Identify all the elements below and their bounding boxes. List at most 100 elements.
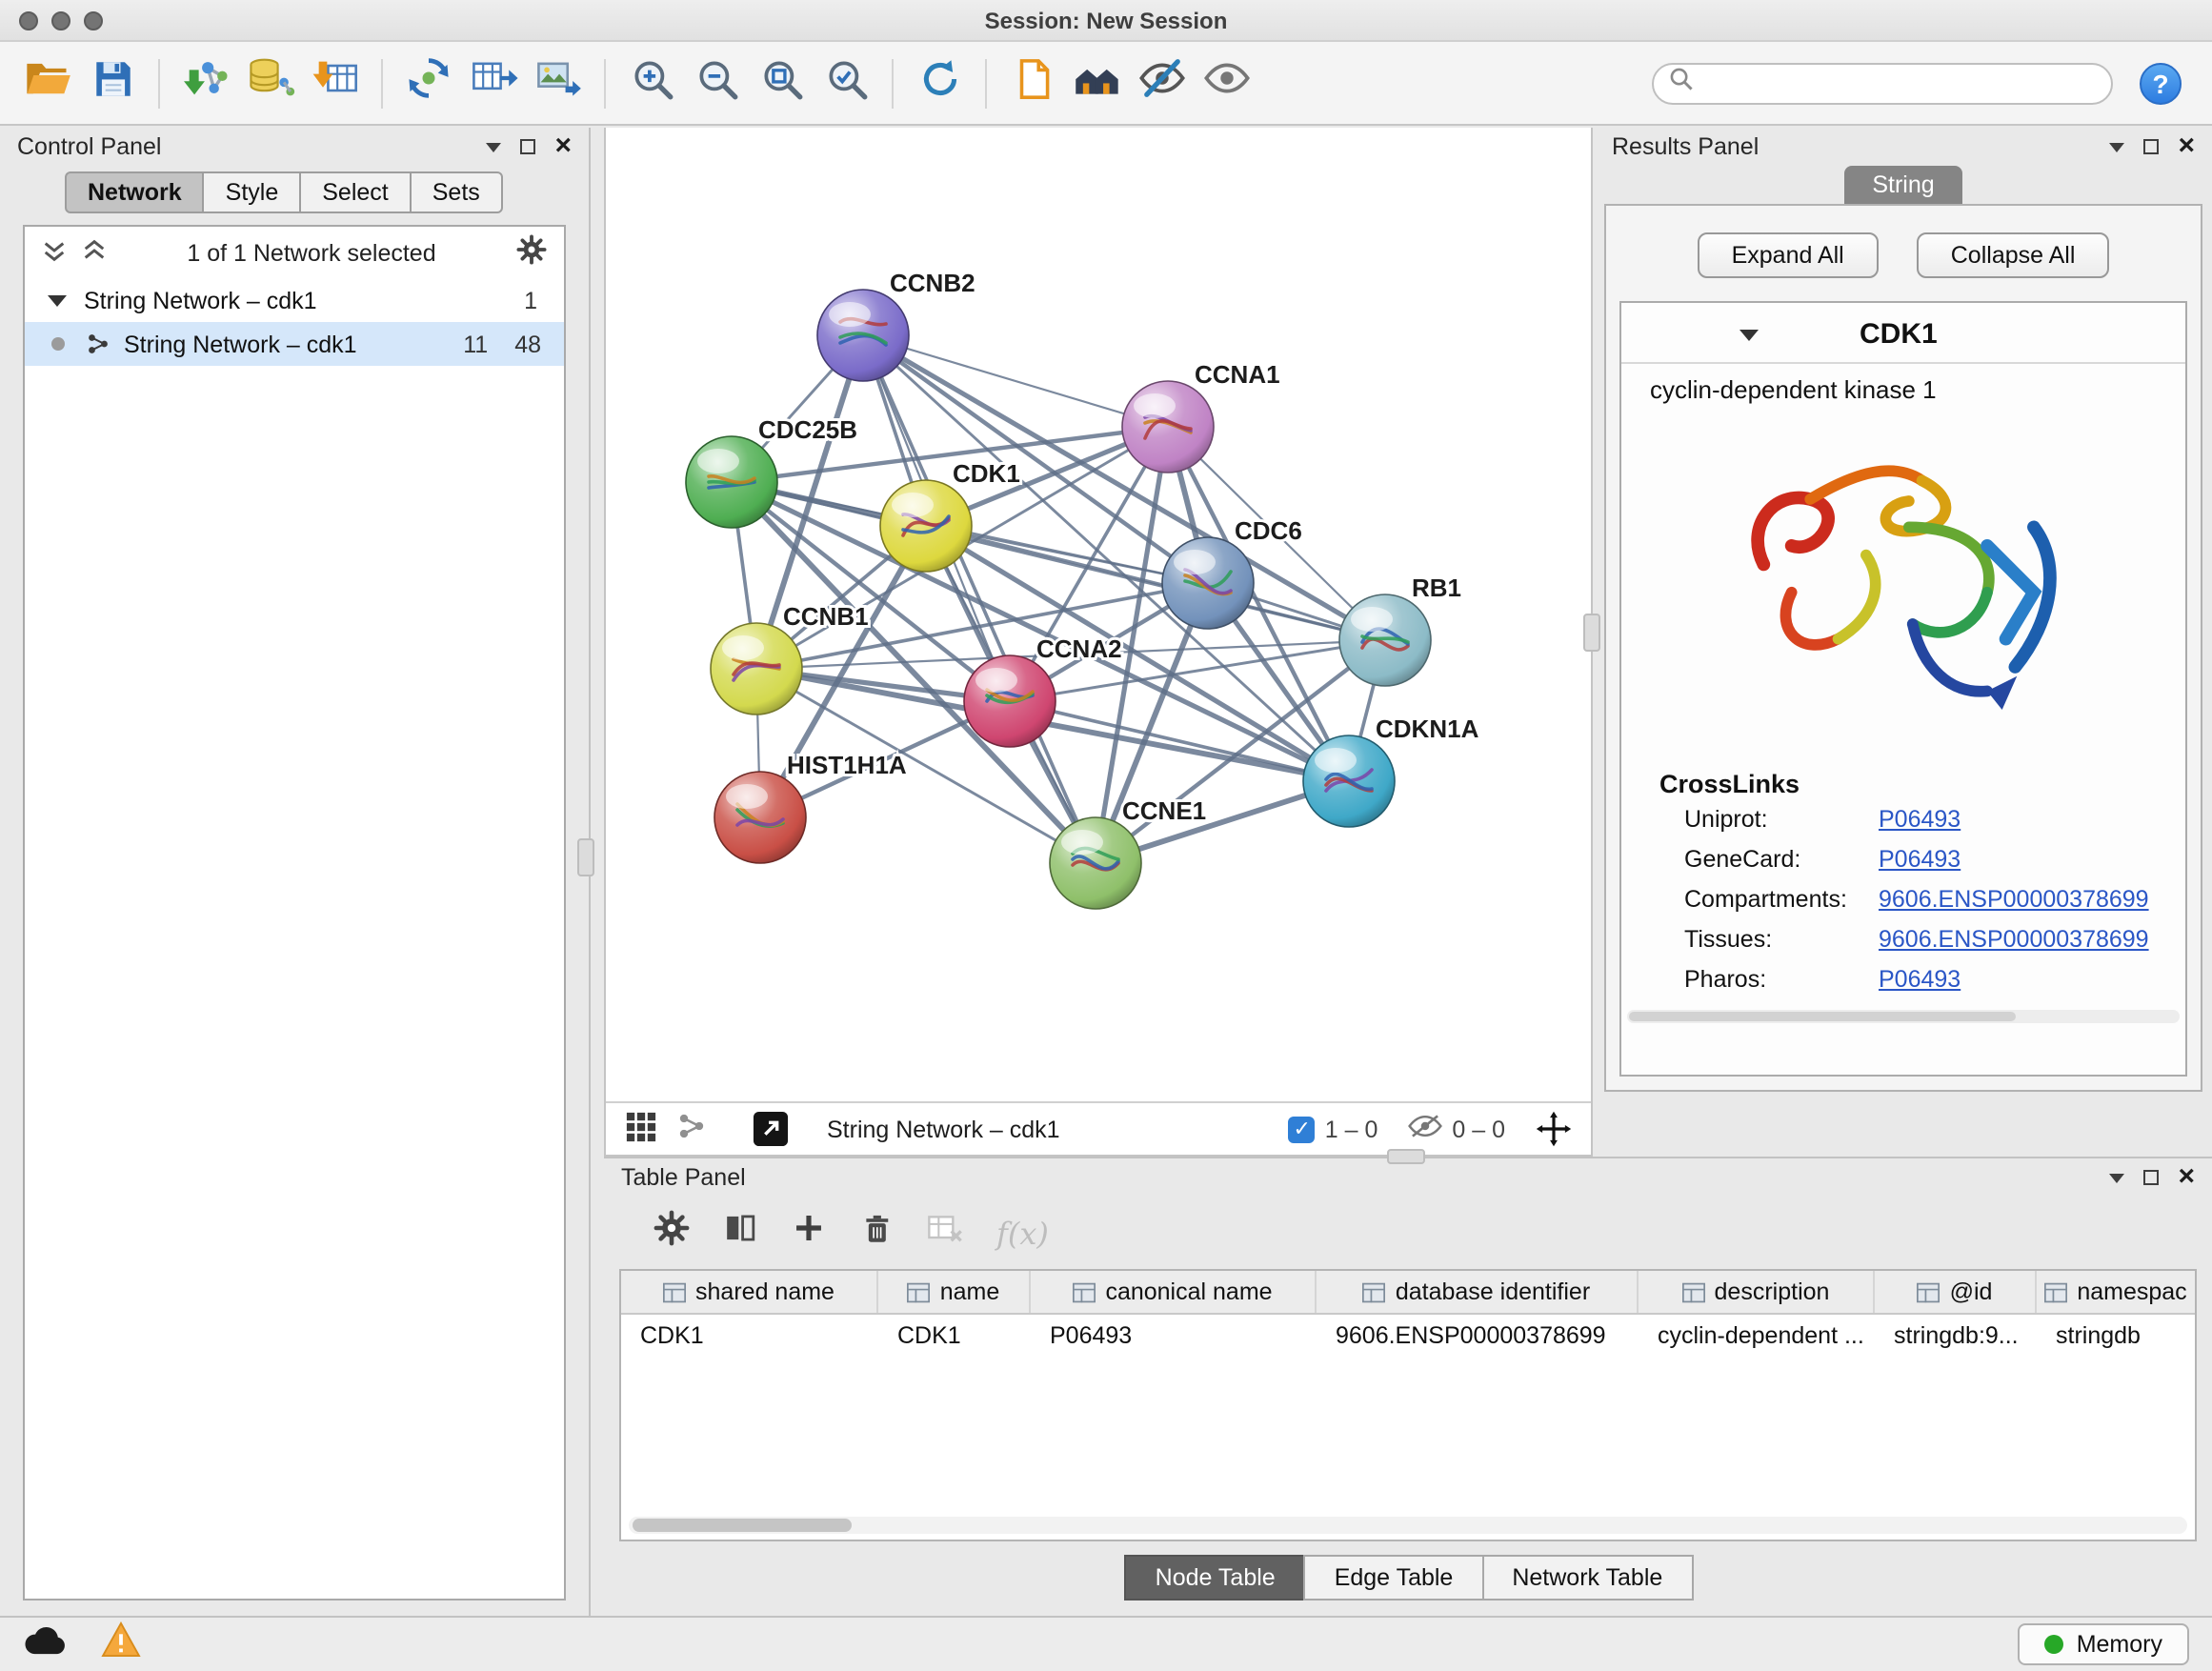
cell-database-identifier[interactable]: 9606.ENSP00000378699 bbox=[1317, 1315, 1639, 1359]
results-hscrollbar[interactable] bbox=[1627, 1010, 2180, 1023]
column-header[interactable]: @id bbox=[1875, 1271, 2037, 1313]
zoom-fit-button[interactable] bbox=[749, 50, 814, 115]
crosslink-link[interactable]: P06493 bbox=[1879, 845, 1961, 872]
crosslink-link[interactable]: 9606.ENSP00000378699 bbox=[1879, 925, 2149, 952]
network-edge[interactable] bbox=[863, 335, 1096, 863]
import-network-from-database-button[interactable] bbox=[238, 50, 303, 115]
help-button[interactable]: ? bbox=[2140, 62, 2182, 104]
splitter-handle[interactable] bbox=[1583, 614, 1600, 652]
zoom-window-button[interactable] bbox=[84, 10, 103, 30]
show-visual-button[interactable] bbox=[1195, 50, 1259, 115]
toolbar-search[interactable] bbox=[1652, 62, 2113, 104]
add-column-icon[interactable] bbox=[791, 1210, 827, 1256]
cell-canonical-name[interactable]: P06493 bbox=[1031, 1315, 1317, 1359]
tab-node-table[interactable]: Node Table bbox=[1125, 1555, 1306, 1601]
table-settings-gear-icon[interactable] bbox=[654, 1210, 690, 1256]
tab-select[interactable]: Select bbox=[299, 171, 412, 213]
network-collection-row[interactable]: String Network – cdk1 1 bbox=[25, 278, 564, 322]
birdseye-toggle-icon[interactable] bbox=[625, 1110, 657, 1148]
panel-float-icon[interactable] bbox=[520, 139, 535, 154]
pan-move-icon[interactable] bbox=[1536, 1111, 1572, 1147]
column-header[interactable]: namespac bbox=[2037, 1271, 2195, 1313]
selected-checkbox-icon[interactable]: ✓ bbox=[1289, 1116, 1316, 1142]
minimize-window-button[interactable] bbox=[51, 10, 70, 30]
hidden-eye-icon[interactable] bbox=[1408, 1113, 1442, 1145]
zoom-in-button[interactable] bbox=[619, 50, 684, 115]
panel-menu-icon[interactable] bbox=[486, 142, 501, 151]
import-network-from-file-button[interactable] bbox=[173, 50, 238, 115]
column-header[interactable]: canonical name bbox=[1031, 1271, 1317, 1313]
cell-description[interactable]: cyclin-dependent ... bbox=[1639, 1315, 1875, 1359]
network-node[interactable]: CCNA1 bbox=[1122, 360, 1280, 473]
table-row[interactable]: CDK1 CDK1 P06493 9606.ENSP00000378699 cy… bbox=[621, 1315, 2195, 1359]
warning-icon[interactable] bbox=[101, 1621, 141, 1667]
expand-all-button[interactable]: Expand All bbox=[1698, 232, 1879, 278]
panel-close-icon[interactable]: × bbox=[2178, 135, 2195, 158]
homes-button[interactable] bbox=[1065, 50, 1130, 115]
close-window-button[interactable] bbox=[19, 10, 38, 30]
crosslink-link[interactable]: P06493 bbox=[1879, 805, 1961, 832]
column-header[interactable]: name bbox=[878, 1271, 1031, 1313]
collapse-all-button[interactable]: Collapse All bbox=[1917, 232, 2110, 278]
import-table-button[interactable] bbox=[303, 50, 368, 115]
export-image-button[interactable] bbox=[526, 50, 591, 115]
tab-string[interactable]: String bbox=[1843, 166, 1962, 204]
open-in-new-window-icon[interactable] bbox=[753, 1111, 789, 1147]
crosslink-link[interactable]: P06493 bbox=[1879, 965, 1961, 992]
network-node[interactable]: HIST1H1A bbox=[714, 751, 907, 863]
network-node[interactable]: CDKN1A bbox=[1303, 715, 1479, 827]
cell-name[interactable]: CDK1 bbox=[878, 1315, 1031, 1359]
network-node[interactable]: CCNB2 bbox=[817, 269, 975, 381]
column-header[interactable]: description bbox=[1639, 1271, 1875, 1313]
table-hscrollbar[interactable] bbox=[629, 1517, 2187, 1534]
scrollbar-thumb[interactable] bbox=[633, 1519, 852, 1532]
splitter-handle[interactable] bbox=[577, 838, 594, 876]
memory-button[interactable]: Memory bbox=[2018, 1623, 2189, 1665]
network-graph[interactable]: CCNB2CCNA1CDC25BCDK1CDC6RB1CCNB1CCNA2CDK… bbox=[606, 128, 1591, 1101]
column-header[interactable]: database identifier bbox=[1317, 1271, 1639, 1313]
save-session-button[interactable] bbox=[80, 50, 145, 115]
panel-float-icon[interactable] bbox=[2143, 139, 2159, 154]
network-node[interactable]: CDK1 bbox=[880, 459, 1020, 572]
apply-layout-button[interactable] bbox=[907, 50, 972, 115]
cell-namespace[interactable]: stringdb bbox=[2037, 1315, 2195, 1359]
new-network-button[interactable] bbox=[396, 50, 461, 115]
network-row-selected[interactable]: String Network – cdk1 11 48 bbox=[25, 322, 564, 366]
zoom-selected-button[interactable] bbox=[814, 50, 878, 115]
network-node[interactable]: RB1 bbox=[1339, 574, 1461, 686]
tab-edge-table[interactable]: Edge Table bbox=[1304, 1555, 1484, 1601]
splitter-handle[interactable] bbox=[1387, 1149, 1425, 1164]
network-edge[interactable] bbox=[863, 335, 1168, 427]
panel-float-icon[interactable] bbox=[2143, 1170, 2159, 1185]
hide-visual-button[interactable] bbox=[1130, 50, 1195, 115]
tree-expand-icon[interactable] bbox=[48, 294, 67, 306]
network-canvas[interactable]: CCNB2CCNA1CDC25BCDK1CDC6RB1CCNB1CCNA2CDK… bbox=[606, 128, 1591, 1101]
crosslink-link[interactable]: 9606.ENSP00000378699 bbox=[1879, 885, 2149, 912]
collapse-all-icon[interactable] bbox=[42, 237, 67, 268]
tab-network-table[interactable]: Network Table bbox=[1481, 1555, 1693, 1601]
column-header[interactable]: shared name bbox=[621, 1271, 878, 1313]
delete-column-icon[interactable] bbox=[859, 1210, 894, 1256]
network-node[interactable]: CDC6 bbox=[1162, 516, 1302, 629]
open-session-button[interactable] bbox=[15, 50, 80, 115]
tab-style[interactable]: Style bbox=[203, 171, 302, 213]
tab-sets[interactable]: Sets bbox=[410, 171, 503, 213]
cloud-icon[interactable] bbox=[23, 1624, 67, 1664]
cell-id[interactable]: stringdb:9... bbox=[1875, 1315, 2037, 1359]
expand-all-icon[interactable] bbox=[82, 237, 107, 268]
cell-shared-name[interactable]: CDK1 bbox=[621, 1315, 878, 1359]
zoom-out-button[interactable] bbox=[684, 50, 749, 115]
network-node[interactable]: CCNB1 bbox=[711, 602, 869, 715]
gear-icon[interactable] bbox=[516, 234, 547, 271]
panel-close-icon[interactable]: × bbox=[554, 135, 572, 158]
gene-collapse-icon[interactable] bbox=[1739, 329, 1759, 340]
panel-menu-icon[interactable] bbox=[2109, 142, 2124, 151]
search-input[interactable] bbox=[1703, 70, 2096, 96]
select-columns-icon[interactable] bbox=[722, 1210, 758, 1256]
document-button[interactable] bbox=[1000, 50, 1065, 115]
export-table-button[interactable] bbox=[461, 50, 526, 115]
panel-menu-icon[interactable] bbox=[2109, 1173, 2124, 1182]
tab-network[interactable]: Network bbox=[65, 171, 205, 213]
panel-close-icon[interactable]: × bbox=[2178, 1166, 2195, 1189]
string-style-icon[interactable] bbox=[676, 1111, 707, 1147]
